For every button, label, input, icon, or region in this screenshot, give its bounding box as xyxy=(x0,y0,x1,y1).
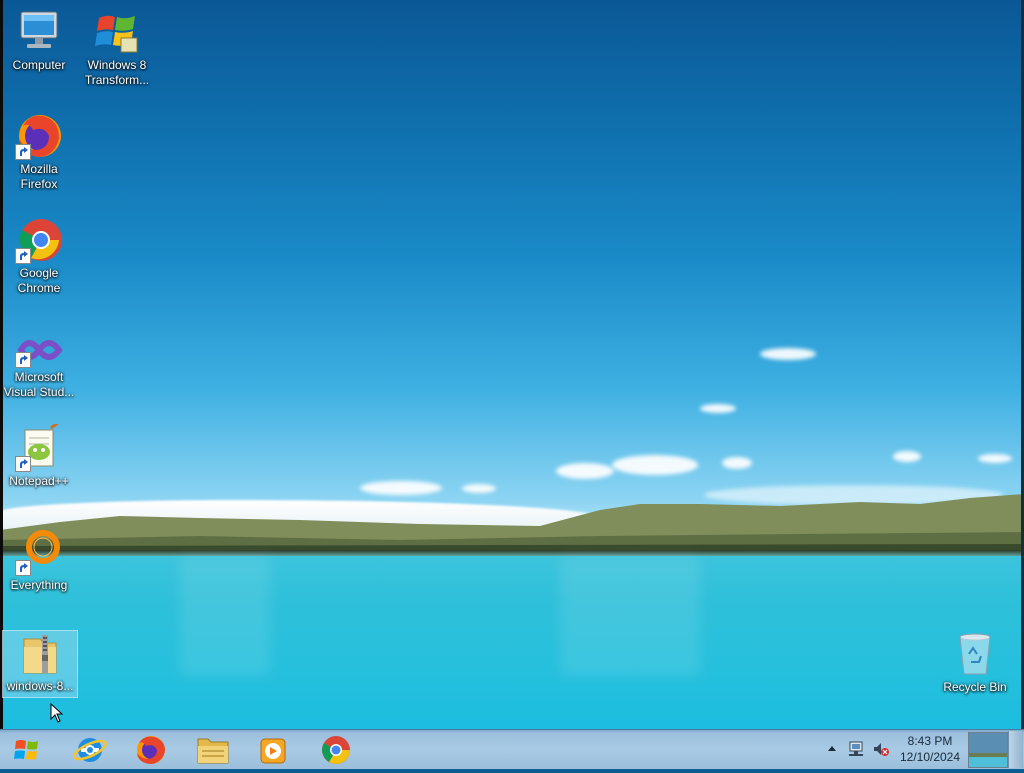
taskbar-internet-explorer[interactable] xyxy=(63,731,117,768)
lake-reflection xyxy=(180,556,270,676)
wallpaper-thumbnail-icon xyxy=(969,733,1007,767)
cloud xyxy=(612,455,698,475)
network-icon[interactable] xyxy=(847,740,865,758)
show-hidden-icons-arrow-icon[interactable] xyxy=(827,744,837,754)
shortcut-arrow-icon xyxy=(15,560,31,576)
desktop-icon-label: Notepad++ xyxy=(9,474,69,488)
desktop-icon-firefox[interactable]: Mozilla Firefox xyxy=(2,112,76,192)
desktop-icon-windows8-transform[interactable]: Windows 8 Transform... xyxy=(80,8,154,88)
shortcut-arrow-icon xyxy=(15,144,31,160)
clock-time: 8:43 PM xyxy=(907,734,953,748)
desktop-icon-chrome[interactable]: Google Chrome xyxy=(2,216,76,296)
desktop-preview-thumbnail[interactable] xyxy=(968,732,1008,768)
taskbar-firefox[interactable] xyxy=(124,731,178,768)
desktop-icon-notepad-plus-plus[interactable]: Notepad++ xyxy=(2,420,76,489)
desktop-icon-label: Computer xyxy=(12,58,66,72)
zip-folder-icon xyxy=(16,631,64,677)
desktop-icon-label: Microsoft Visual Stud... xyxy=(3,370,75,399)
file-explorer-icon xyxy=(197,738,229,764)
firefox-icon xyxy=(137,736,165,764)
recycle-bin-icon xyxy=(951,630,999,678)
firefox-icon xyxy=(15,112,63,160)
system-clock[interactable]: 8:43 PM 12/10/2024 xyxy=(890,733,970,765)
volume-muted-icon[interactable] xyxy=(872,740,890,758)
cloud xyxy=(893,451,921,462)
cloud xyxy=(978,454,1012,463)
show-desktop-button[interactable] xyxy=(1008,731,1023,768)
desktop-icon-visual-studio[interactable]: Microsoft Visual Stud... xyxy=(2,330,76,400)
desktop-icon-windows8-zip[interactable]: windows-8... xyxy=(2,630,78,698)
computer-icon xyxy=(15,8,63,56)
shortcut-arrow-icon xyxy=(15,456,31,472)
desktop-icon-label: Everything xyxy=(10,578,68,592)
taskbar-media-player[interactable] xyxy=(246,731,300,768)
desktop-wallpaper xyxy=(0,0,1024,729)
taskbar-chrome[interactable] xyxy=(309,731,363,768)
desktop-icon-label: Windows 8 Transform... xyxy=(84,58,150,87)
lake-reflection xyxy=(560,556,700,676)
cloud xyxy=(760,348,816,360)
mouse-cursor-icon xyxy=(50,703,64,723)
notepad-plus-plus-icon xyxy=(15,420,63,472)
taskbar: 8:43 PM 12/10/2024 xyxy=(0,729,1024,769)
desktop-icon-label: windows-8... xyxy=(6,679,74,693)
desktop-icon-recycle-bin[interactable]: Recycle Bin xyxy=(938,630,1012,695)
clock-date: 12/10/2024 xyxy=(899,750,961,764)
windows-flag-icon xyxy=(93,8,141,56)
lake xyxy=(0,556,1024,729)
cloud xyxy=(722,457,752,469)
desktop-icon-everything[interactable]: Everything xyxy=(2,528,76,593)
chrome-icon xyxy=(15,216,63,264)
visual-studio-icon xyxy=(15,330,63,368)
everything-search-icon xyxy=(15,528,63,576)
internet-explorer-icon xyxy=(73,738,107,762)
windows-start-orb-icon xyxy=(14,740,38,760)
media-player-icon xyxy=(260,738,286,764)
cloud xyxy=(556,463,614,479)
desktop-icon-label: Mozilla Firefox xyxy=(20,162,58,191)
desktop-icon-label: Recycle Bin xyxy=(943,680,1007,694)
shortcut-arrow-icon xyxy=(15,248,31,264)
cloud xyxy=(700,404,736,413)
taskbar-windows-explorer[interactable] xyxy=(186,731,240,768)
chrome-icon xyxy=(322,736,350,764)
start-button[interactable] xyxy=(6,732,50,768)
shortcut-arrow-icon xyxy=(15,352,31,368)
desktop-icon-computer[interactable]: Computer xyxy=(2,8,76,73)
desktop-icon-label: Google Chrome xyxy=(17,266,61,295)
